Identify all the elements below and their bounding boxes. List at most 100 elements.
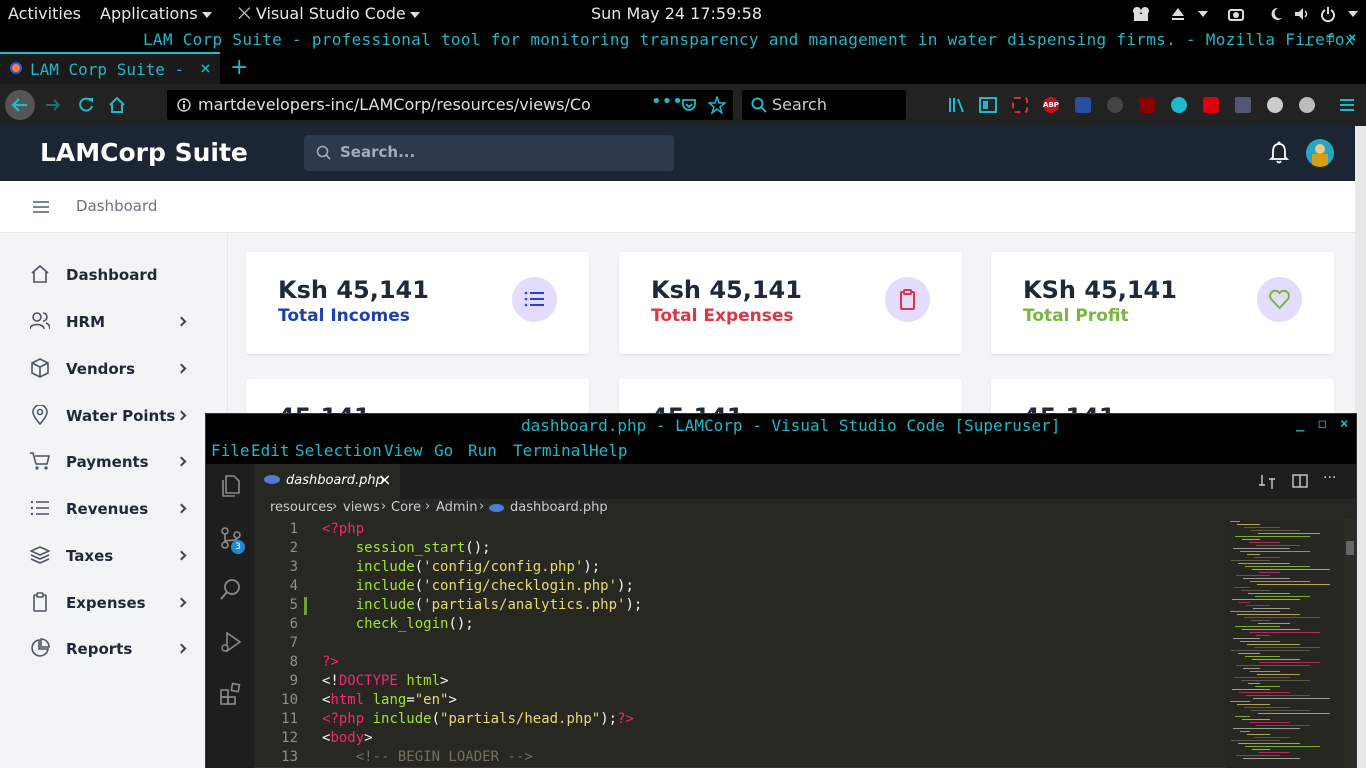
close-tab-icon[interactable]: × [200,58,211,79]
split-editor-icon[interactable] [1292,473,1308,489]
stat-card-profit[interactable]: KSh 45,141 Total Profit [991,252,1334,354]
power-icon[interactable] [1320,6,1336,22]
extension-gnome-icon[interactable] [1107,97,1123,113]
menu-run[interactable]: Run [468,441,497,460]
more-actions-icon[interactable]: ··· [1323,470,1336,486]
line-number: 2 [289,540,298,556]
sidebar-item-payments[interactable]: Payments [30,451,190,475]
chevron-down-icon[interactable] [1198,11,1208,17]
menu-toggle-icon[interactable] [32,200,50,214]
stat-amount: KSh 45,141 [1023,276,1177,304]
editor-scrollbar[interactable] [1344,519,1356,768]
stat-card-incomes[interactable]: Ksh 45,141 Total Incomes [246,252,589,354]
sidebar-item-expenses[interactable]: Expenses [30,592,190,616]
avatar[interactable] [1306,139,1334,167]
night-light-icon[interactable] [1268,6,1284,22]
close-button[interactable]: × [1348,30,1356,46]
app-menu[interactable]: ⨉ Visual Studio Code [238,4,420,24]
minimap-line [1256,635,1270,636]
menu-file[interactable]: File [211,441,250,460]
menu-go[interactable]: Go [434,441,453,460]
reload-icon[interactable] [77,96,95,114]
stat-icon-circle [512,277,557,322]
sidebar-item-vendors[interactable]: Vendors [30,358,190,382]
workspace-icon[interactable] [1132,6,1150,22]
extension-card-icon[interactable] [1235,97,1251,113]
url-text[interactable]: martdevelopers-inc/LAMCorp/resources/vie… [198,95,643,114]
eject-icon[interactable] [1170,6,1186,22]
sidebar-item-taxes[interactable]: Taxes [30,545,190,569]
adblock-icon[interactable]: ABP [1043,97,1059,113]
menu-help[interactable]: Help [589,441,628,460]
close-button[interactable]: × [1340,416,1348,432]
globe-icon[interactable] [1267,97,1283,113]
library-icon[interactable] [948,97,966,113]
minimap[interactable] [1226,519,1344,768]
account-icon[interactable] [1171,97,1187,113]
minimize-button[interactable]: _ [1296,416,1304,432]
chevron-down-icon[interactable] [1348,11,1358,17]
home-icon[interactable] [108,96,126,114]
settings-gear-icon[interactable] [1299,97,1315,113]
code-line: <html lang="en"> [322,692,457,708]
menu-edit[interactable]: Edit [251,441,290,460]
sidebar-item-hrm[interactable]: HRM [30,311,190,335]
sidebar-item-water-points[interactable]: Water Points [30,405,190,429]
volume-icon[interactable] [1294,6,1310,22]
new-tab-button[interactable]: + [230,55,248,80]
sidebar-item-reports[interactable]: Reports [30,638,190,662]
bookmark-star-icon[interactable] [708,96,726,114]
url-bar[interactable]: martdevelopers-inc/LAMCorp/resources/vie… [167,90,733,120]
app-brand[interactable]: LAMCorp Suite [40,138,248,167]
applications-menu[interactable]: Applications [100,4,212,23]
breadcrumb[interactable]: Dashboard [76,197,157,215]
pocket-icon[interactable] [681,97,697,113]
minimap-line [1259,572,1280,573]
bell-icon[interactable] [1268,141,1290,165]
breadcrumb-views[interactable]: views [343,500,380,515]
clock[interactable]: Sun May 24 17:59:58 [591,4,762,23]
forward-button[interactable] [44,97,62,113]
menu-selection[interactable]: Selection [295,441,382,460]
scrollbar-thumb[interactable] [1346,541,1354,555]
extension-pen-icon[interactable] [1203,97,1219,113]
compare-changes-icon[interactable] [1258,473,1276,491]
menu-view[interactable]: View [384,441,423,460]
info-icon[interactable] [177,98,191,112]
extension-grid-icon[interactable] [1012,97,1028,113]
breadcrumb-admin[interactable]: Admin [436,500,477,515]
explorer-icon[interactable] [219,474,243,498]
minimize-button[interactable]: _ [1305,30,1313,46]
menu-terminal[interactable]: Terminal [513,441,590,460]
search-placeholder: Search... [340,143,416,161]
menu-hamburger-icon[interactable] [1339,97,1355,113]
sidebar-item-dashboard[interactable]: Dashboard [30,264,190,288]
breadcrumb-core[interactable]: Core [391,500,421,515]
stat-card-expenses[interactable]: Ksh 45,141 Total Expenses [619,252,962,354]
sidebar-toggle-icon[interactable] [979,97,997,113]
run-debug-icon[interactable] [219,630,243,654]
screenshot-icon[interactable] [1228,6,1244,22]
heart-icon [1269,289,1290,310]
sidebar-item-revenues[interactable]: Revenues [30,498,190,522]
breadcrumb-resources[interactable]: resources [270,500,333,515]
search-icon[interactable] [219,578,243,602]
maximize-button[interactable]: ◻ [1326,30,1334,46]
stat-icon-circle [885,277,930,322]
editor-tab-active[interactable]: dashboard.php × [254,464,400,499]
browser-tab[interactable]: LAM Corp Suite - × [0,52,220,84]
ublock-icon[interactable] [1139,97,1155,113]
breadcrumb-file[interactable]: dashboard.php [510,500,608,515]
search-bar[interactable]: Search [742,90,906,120]
extensions-icon[interactable] [219,682,243,706]
back-button[interactable] [4,89,36,121]
page-actions-icon[interactable]: ••• [651,91,683,112]
extension-fish-icon[interactable] [1075,97,1091,113]
code-editor[interactable]: 1 2 3 4 5 6 7 8 9 10 11 12 13 <?php sess… [254,519,1224,768]
app-search-input[interactable]: Search... [304,135,674,171]
activities-button[interactable]: Activities [8,4,81,23]
minimap-line [1233,548,1290,549]
minimap-line [1259,752,1290,753]
close-tab-icon[interactable]: × [378,470,391,489]
maximize-button[interactable]: ◻ [1318,416,1326,432]
